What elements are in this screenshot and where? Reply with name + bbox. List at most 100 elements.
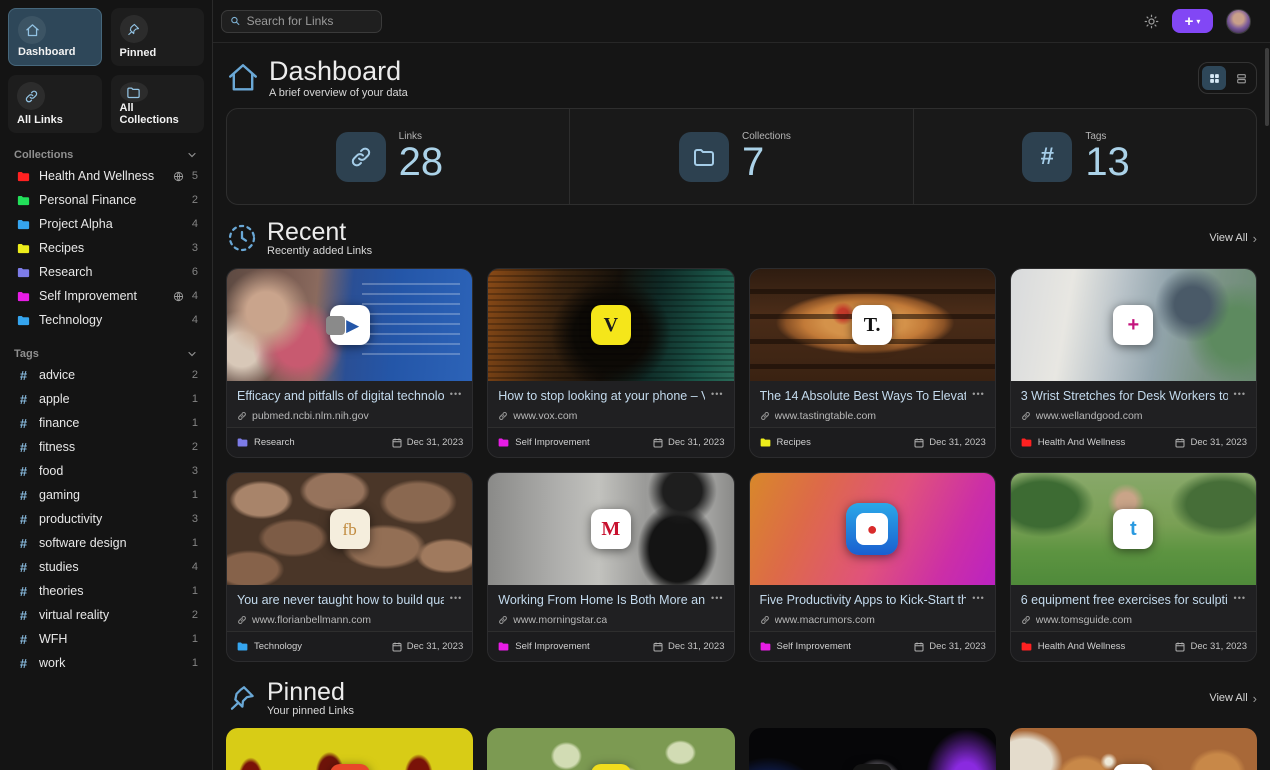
theme-toggle-sun-icon[interactable] — [1144, 14, 1159, 29]
link-title[interactable]: 6 equipment free exercises for sculpting… — [1021, 593, 1228, 607]
calendar-icon — [391, 437, 403, 449]
sidebar-tag-theories[interactable]: #theories1 — [8, 579, 204, 603]
list-view-button[interactable] — [1229, 66, 1253, 90]
collection-chip[interactable]: Research — [236, 436, 295, 449]
link-title[interactable]: You are never taught how to build qualit… — [237, 593, 444, 607]
recent-view-all-link[interactable]: View All › — [1209, 231, 1257, 246]
stat-links: Links 28 — [227, 109, 569, 204]
more-options-button[interactable]: ••• — [711, 593, 723, 603]
link-preview-image[interactable]: t — [1011, 473, 1256, 585]
more-options-button[interactable]: ••• — [972, 593, 984, 603]
link-url[interactable]: www.morningstar.ca — [498, 614, 723, 626]
sidebar-tag-virtual-reality[interactable]: #virtual reality2 — [8, 603, 204, 627]
link-preview-image[interactable]: ● — [750, 473, 995, 585]
link-card[interactable]: T. The 14 Absolute Best Ways To Elevate … — [749, 268, 996, 458]
collection-chip[interactable]: Recipes — [759, 436, 811, 449]
link-card[interactable]: t 6 equipment free exercises for sculpti… — [1010, 472, 1257, 662]
folder-icon — [16, 313, 31, 328]
pinned-card[interactable] — [1010, 728, 1257, 770]
link-url[interactable]: www.macrumors.com — [760, 614, 985, 626]
link-card[interactable]: M Working From Home Is Both More and L..… — [487, 472, 734, 662]
sidebar-tag-software-design[interactable]: #software design1 — [8, 531, 204, 555]
tags-header: Tags — [8, 345, 204, 363]
sidebar-tag-productivity[interactable]: #productivity3 — [8, 507, 204, 531]
home-icon — [18, 16, 46, 44]
collection-chip[interactable]: Self Improvement — [497, 436, 589, 449]
link-preview-image[interactable]: V — [488, 269, 733, 381]
link-url[interactable]: www.vox.com — [498, 410, 723, 422]
link-card[interactable]: ▶ Efficacy and pitfalls of digital techn… — [226, 268, 473, 458]
pinned-card[interactable] — [487, 728, 734, 770]
link-url[interactable]: www.florianbellmann.com — [237, 614, 462, 626]
avatar[interactable] — [1226, 9, 1251, 34]
link-preview-image[interactable]: + — [1011, 269, 1256, 381]
sidebar-collection-project-alpha[interactable]: Project Alpha 4 — [8, 212, 204, 236]
link-preview-image[interactable]: M — [488, 473, 733, 585]
pinned-view-all-link[interactable]: View All › — [1209, 691, 1257, 706]
link-title[interactable]: Efficacy and pitfalls of digital technol… — [237, 389, 444, 403]
sidebar-tag-advice[interactable]: #advice2 — [8, 363, 204, 387]
link-card[interactable]: ● Five Productivity Apps to Kick-Start t… — [749, 472, 996, 662]
sidebar-collection-research[interactable]: Research 6 — [8, 260, 204, 284]
sidebar-tag-fitness[interactable]: #fitness2 — [8, 435, 204, 459]
stat-collections: Collections 7 — [569, 109, 912, 204]
chevron-down-icon[interactable] — [186, 348, 198, 360]
link-url[interactable]: pubmed.ncbi.nlm.nih.gov — [237, 410, 462, 422]
link-url[interactable]: www.wellandgood.com — [1021, 410, 1246, 422]
sidebar-tag-gaming[interactable]: #gaming1 — [8, 483, 204, 507]
sidebar-tag-wfh[interactable]: #WFH1 — [8, 627, 204, 651]
more-options-button[interactable]: ••• — [450, 593, 462, 603]
collection-chip[interactable]: Health And Wellness — [1020, 640, 1126, 653]
sidebar-item-dashboard[interactable]: Dashboard — [8, 8, 102, 66]
link-title[interactable]: The 14 Absolute Best Ways To Elevate Fr.… — [760, 389, 967, 403]
grid-view-button[interactable] — [1202, 66, 1226, 90]
sidebar-collection-technology[interactable]: Technology 4 — [8, 308, 204, 332]
chevron-down-icon[interactable] — [186, 149, 198, 161]
sidebar-collection-personal-finance[interactable]: Personal Finance 2 — [8, 188, 204, 212]
link-url[interactable]: www.tomsguide.com — [1021, 614, 1246, 626]
link-title[interactable]: 3 Wrist Stretches for Desk Workers to D.… — [1021, 389, 1228, 403]
sidebar-tag-food[interactable]: #food3 — [8, 459, 204, 483]
more-options-button[interactable]: ••• — [450, 389, 462, 399]
link-date: Dec 31, 2023 — [913, 641, 986, 653]
add-new-button[interactable]: + ▾ — [1172, 9, 1213, 33]
link-card[interactable]: + 3 Wrist Stretches for Desk Workers to … — [1010, 268, 1257, 458]
more-options-button[interactable]: ••• — [711, 389, 723, 399]
sidebar-collection-health-and-wellness[interactable]: Health And Wellness 5 — [8, 164, 204, 188]
link-preview-image[interactable]: fb — [227, 473, 472, 585]
link-preview-image[interactable]: T. — [750, 269, 995, 381]
link-title[interactable]: Five Productivity Apps to Kick-Start the… — [760, 593, 967, 607]
search-input[interactable] — [247, 14, 373, 28]
collection-chip[interactable]: Health And Wellness — [1020, 436, 1126, 449]
link-icon — [237, 411, 247, 421]
more-options-button[interactable]: ••• — [1234, 593, 1246, 603]
folder-icon — [1020, 640, 1033, 653]
link-preview-image[interactable]: ▶ — [227, 269, 472, 381]
sidebar-tag-studies[interactable]: #studies4 — [8, 555, 204, 579]
collection-chip[interactable]: Technology — [236, 640, 302, 653]
link-card[interactable]: fb You are never taught how to build qua… — [226, 472, 473, 662]
sidebar-tag-apple[interactable]: #apple1 — [8, 387, 204, 411]
more-options-button[interactable]: ••• — [972, 389, 984, 399]
link-card[interactable]: V How to stop looking at your phone – Vo… — [487, 268, 734, 458]
stat-tags: # Tags 13 — [913, 109, 1256, 204]
sidebar-collection-self-improvement[interactable]: Self Improvement 4 — [8, 284, 204, 308]
scrollbar-thumb[interactable] — [1265, 48, 1269, 126]
pinned-section-header: Pinned Your pinned Links View All › — [226, 678, 1257, 718]
sidebar-collection-recipes[interactable]: Recipes 3 — [8, 236, 204, 260]
link-url[interactable]: www.tastingtable.com — [760, 410, 985, 422]
sidebar-item-all-links[interactable]: All Links — [8, 75, 102, 133]
sidebar-tag-finance[interactable]: #finance1 — [8, 411, 204, 435]
collections-header: Collections — [8, 146, 204, 164]
sidebar-item-all-collections[interactable]: All Collections — [111, 75, 205, 133]
more-options-button[interactable]: ••• — [1234, 389, 1246, 399]
pinned-card[interactable] — [749, 728, 996, 770]
search-bar[interactable] — [221, 10, 382, 33]
link-title[interactable]: How to stop looking at your phone – Vox — [498, 389, 705, 403]
sidebar-item-pinned[interactable]: Pinned — [111, 8, 205, 66]
sidebar-tag-work[interactable]: #work1 — [8, 651, 204, 675]
pinned-card[interactable] — [226, 728, 473, 770]
link-title[interactable]: Working From Home Is Both More and L... — [498, 593, 705, 607]
collection-chip[interactable]: Self Improvement — [759, 640, 851, 653]
collection-chip[interactable]: Self Improvement — [497, 640, 589, 653]
